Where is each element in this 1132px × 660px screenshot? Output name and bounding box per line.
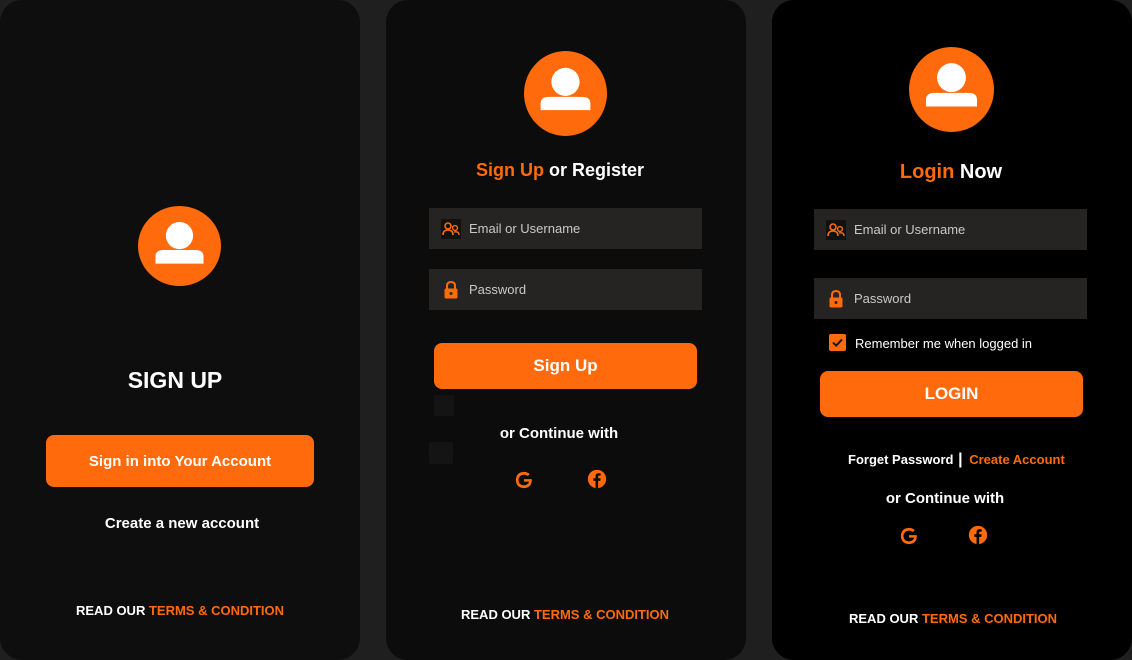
facebook-login-button[interactable] xyxy=(967,524,989,551)
facebook-icon xyxy=(587,469,607,489)
terms-link[interactable]: TERMS & CONDITION xyxy=(149,603,284,618)
register-screen: Sign Up or Register Email or Username Pa… xyxy=(386,0,746,660)
password-field[interactable]: Password xyxy=(814,278,1087,319)
facebook-login-button[interactable] xyxy=(586,468,608,495)
users-icon xyxy=(441,218,461,239)
user-icon xyxy=(155,222,204,264)
heading-accent: Login xyxy=(899,161,955,183)
signup-screen: SIGN UP Sign in into Your Account Create… xyxy=(0,0,360,660)
faint-block xyxy=(434,395,454,416)
page-title: Sign Up or Register xyxy=(386,160,734,181)
sign-in-button[interactable]: Sign in into Your Account xyxy=(46,435,314,487)
user-icon xyxy=(540,67,591,111)
avatar xyxy=(909,47,994,132)
faint-block xyxy=(429,442,453,464)
google-login-button[interactable] xyxy=(898,525,920,552)
google-icon xyxy=(515,471,532,489)
account-links: Forget Password | Create Account xyxy=(848,451,1065,469)
login-screen: Login Now Email or Username Password Rem… xyxy=(772,0,1132,660)
terms-footer: READ OUR TERMS & CONDITION xyxy=(849,611,1057,626)
remember-label: Remember me when logged in xyxy=(855,336,1033,351)
terms-link[interactable]: TERMS & CONDITION xyxy=(534,607,669,622)
create-account-link[interactable]: Create Account xyxy=(969,452,1065,467)
page-title: Login Now xyxy=(772,161,1130,184)
avatar xyxy=(138,206,221,286)
heading-rest: Now xyxy=(959,161,1003,183)
terms-footer: READ OUR TERMS & CONDITION xyxy=(76,603,284,618)
email-field[interactable]: Email or Username xyxy=(814,209,1087,250)
heading-rest: or Register xyxy=(548,160,645,180)
email-placeholder: Email or Username xyxy=(854,222,966,237)
google-icon xyxy=(900,527,917,545)
facebook-icon xyxy=(968,525,988,545)
check-icon xyxy=(832,338,843,348)
terms-link[interactable]: TERMS & CONDITION xyxy=(922,611,1057,626)
password-placeholder: Password xyxy=(469,282,527,297)
login-button-label: LOGIN xyxy=(924,384,979,403)
user-icon xyxy=(926,63,977,107)
email-field[interactable]: Email or Username xyxy=(429,208,702,249)
page-title: SIGN UP xyxy=(127,367,223,393)
email-placeholder: Email or Username xyxy=(469,221,581,236)
password-placeholder: Password xyxy=(854,291,912,306)
remember-checkbox[interactable] xyxy=(829,334,846,351)
continue-with-text: or Continue with xyxy=(499,425,619,442)
lock-icon xyxy=(829,289,843,307)
password-field[interactable]: Password xyxy=(429,269,702,310)
heading-accent: Sign Up xyxy=(475,160,544,180)
lock-icon xyxy=(444,280,458,298)
terms-footer: READ OUR TERMS & CONDITION xyxy=(461,607,669,622)
footer-prefix: READ OUR xyxy=(461,607,531,622)
avatar xyxy=(524,51,607,136)
footer-prefix: READ OUR xyxy=(849,611,919,626)
login-button[interactable]: LOGIN xyxy=(820,371,1083,417)
continue-with-text: or Continue with xyxy=(885,490,1005,507)
sign-in-button-label: Sign in into Your Account xyxy=(88,452,272,470)
google-login-button[interactable] xyxy=(513,469,535,496)
users-icon xyxy=(826,219,846,240)
sign-up-button-label: Sign Up xyxy=(533,356,598,375)
create-account-link[interactable]: Create a new account xyxy=(0,515,364,532)
forget-password-link[interactable]: Forget Password xyxy=(848,452,953,467)
link-separator: | xyxy=(958,451,963,468)
footer-prefix: READ OUR xyxy=(76,603,146,618)
sign-up-button[interactable]: Sign Up xyxy=(434,343,697,389)
